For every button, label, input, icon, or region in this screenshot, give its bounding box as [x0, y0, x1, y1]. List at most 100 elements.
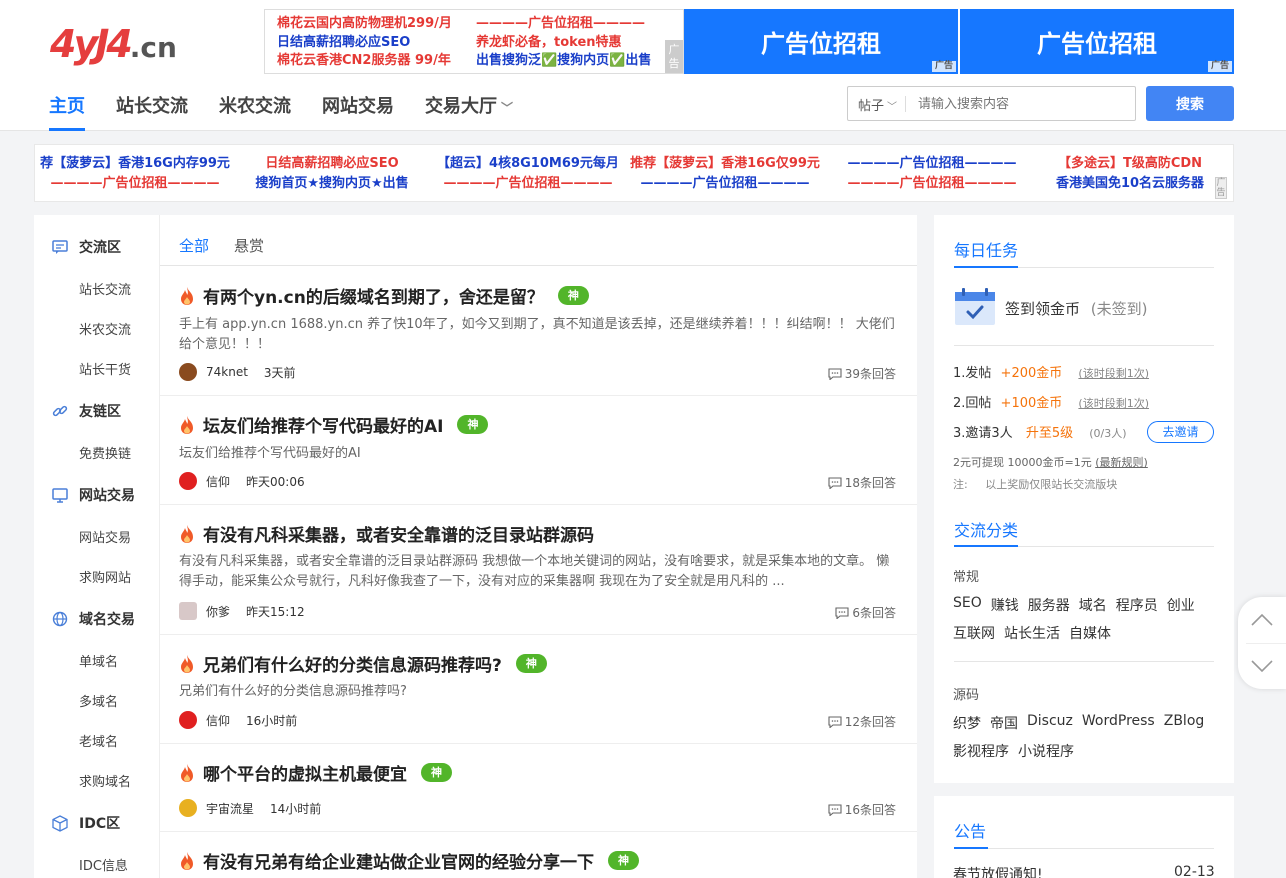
site-logo[interactable]: 4yJ4.cn	[50, 24, 210, 64]
panel-title: 公告	[954, 822, 987, 841]
sidebar-item[interactable]: 求购网站	[79, 567, 131, 586]
scroll-down-button[interactable]	[1238, 643, 1286, 689]
avatar[interactable]	[179, 711, 197, 729]
ad-link[interactable]: 日结高薪招聘必应SEO	[277, 34, 410, 52]
sidebar-item[interactable]: 单域名	[79, 651, 118, 670]
thread-title[interactable]: 坛友们给推荐个写代码最好的AI 神	[179, 412, 489, 437]
author-name[interactable]: 信仰	[206, 473, 230, 490]
ad-cell[interactable]: 【超云】4核8G10M69元每月 ————广告位招租————	[428, 154, 628, 194]
banner-ad[interactable]: 广告位招租 广告	[684, 9, 958, 74]
topic-tag[interactable]: 互联网	[953, 623, 995, 643]
signin-label: 签到领金币	[1005, 300, 1081, 318]
panel-title: 交流分类	[954, 521, 1019, 540]
ad-cell[interactable]: 【多途云】T级高防CDN 香港美国免10名云服务器	[1030, 154, 1230, 194]
avatar[interactable]	[179, 602, 197, 620]
avatar[interactable]	[179, 363, 197, 381]
sidebar-section-site-trade[interactable]: 网站交易	[51, 485, 135, 505]
topic-tag[interactable]: 自媒体	[1069, 623, 1111, 643]
ad-link[interactable]: 棉花云香港CN2服务器 99/年	[277, 52, 451, 70]
nav-site-trade[interactable]: 网站交易	[322, 93, 394, 131]
nav-trade-hall[interactable]: 交易大厅 ﹀	[425, 93, 513, 131]
notice-item[interactable]: 春节放假通知!	[953, 864, 1043, 878]
sidebar-item[interactable]: 网站交易	[79, 527, 131, 546]
ad-link[interactable]: ————广告位招租————	[476, 15, 645, 33]
avatar[interactable]	[179, 472, 197, 490]
thread-title[interactable]: 有没有凡科采集器，或者安全靠谱的泛目录站群源码	[179, 521, 594, 546]
sidebar-section-chat[interactable]: 交流区	[51, 237, 121, 257]
topic-tag[interactable]: 影视程序	[953, 741, 1009, 761]
search-type-select[interactable]: 帖子 ﹀	[858, 95, 897, 114]
topic-tag[interactable]: WordPress	[1082, 713, 1155, 733]
topic-tag[interactable]: 域名	[1079, 595, 1107, 615]
topic-tag[interactable]: SEO	[953, 595, 982, 615]
thread-item[interactable]: 有没有凡科采集器，或者安全靠谱的泛目录站群源码 有没有凡科采集器，或者安全靠谱的…	[160, 505, 917, 635]
topic-tag[interactable]: ZBlog	[1164, 713, 1205, 733]
nav-webmaster[interactable]: 站长交流	[116, 93, 188, 131]
thread-item[interactable]: 有没有兄弟有给企业建站做企业官网的经验分享一下 神	[160, 832, 917, 878]
invite-button[interactable]: 去邀请	[1147, 421, 1214, 443]
topic-tag[interactable]: 创业	[1167, 595, 1195, 615]
sidebar-item[interactable]: 免费换链	[79, 443, 131, 462]
topic-tag[interactable]: 站长生活	[1004, 623, 1060, 643]
ad-cell[interactable]: 荐【菠萝云】香港16G内存99元 ————广告位招租————	[35, 154, 235, 194]
ad-link[interactable]: 养龙虾必备，token特惠	[476, 34, 622, 52]
ad-line: 【超云】4核8G10M69元每月	[437, 156, 619, 171]
note-label: 注:	[953, 478, 968, 491]
reply-count: 18条回答	[828, 474, 896, 491]
thread-title-text: 哪个平台的虚拟主机最便宜	[203, 765, 407, 785]
rules-link[interactable]: (最新规则)	[1095, 456, 1148, 469]
thread-title[interactable]: 有两个yn.cn的后缀域名到期了，舍还是留？ 神	[179, 283, 589, 308]
nav-domainer[interactable]: 米农交流	[219, 93, 291, 131]
sidebar-item[interactable]: 站长交流	[79, 279, 131, 298]
topic-tag[interactable]: Discuz	[1027, 713, 1073, 733]
search-button[interactable]: 搜索	[1146, 86, 1234, 121]
sidebar-item[interactable]: 老域名	[79, 731, 118, 750]
sidebar-item[interactable]: IDC信息	[79, 855, 128, 874]
nav-home[interactable]: 主页	[49, 93, 85, 131]
topic-tag[interactable]: 帝国	[990, 713, 1018, 733]
topic-tag[interactable]: 小说程序	[1018, 741, 1074, 761]
avatar[interactable]	[179, 799, 197, 817]
topic-tag-row: 织梦 帝国 Discuz WordPress ZBlog	[953, 713, 1213, 733]
sidebar-section-label: 域名交易	[79, 612, 135, 628]
thread-title[interactable]: 兄弟们有什么好的分类信息源码推荐吗? 神	[179, 651, 547, 676]
topic-tag[interactable]: 服务器	[1028, 595, 1070, 615]
thread-item[interactable]: 有两个yn.cn的后缀域名到期了，舍还是留？ 神 手上有 app.yn.cn 1…	[160, 266, 917, 396]
author-name[interactable]: 74knet	[206, 365, 248, 379]
sidebar-item[interactable]: 米农交流	[79, 319, 131, 338]
author-name[interactable]: 信仰	[206, 712, 230, 729]
ad-cell[interactable]: 日结高薪招聘必应SEO 搜狗首页★搜狗内页★出售	[232, 154, 432, 194]
ad-cell[interactable]: ————广告位招租———— ————广告位招租————	[832, 154, 1032, 194]
scroll-up-button[interactable]	[1238, 597, 1286, 643]
ad-cell[interactable]: 推荐【菠萝云】香港16G仅99元 ————广告位招租————	[625, 154, 825, 194]
thread-item[interactable]: 哪个平台的虚拟主机最便宜 神 宇宙流星 14小时前 16条回答	[160, 744, 917, 832]
tab-bounty[interactable]: 悬赏	[234, 235, 264, 256]
thread-title[interactable]: 哪个平台的虚拟主机最便宜 神	[179, 760, 452, 785]
sidebar-item[interactable]: 求购域名	[79, 771, 131, 790]
banner-ad[interactable]: 广告位招租 广告	[960, 9, 1234, 74]
hot-badge: 神	[557, 286, 589, 305]
sidebar-item[interactable]: 站长干货	[79, 359, 131, 378]
search-input[interactable]	[918, 93, 1128, 115]
topic-tag[interactable]: 赚钱	[991, 595, 1019, 615]
thread-title[interactable]: 有没有兄弟有给企业建站做企业官网的经验分享一下 神	[179, 848, 639, 873]
signin-button[interactable]: 签到领金币 (未签到)	[1005, 298, 1148, 319]
ad-link[interactable]: 棉花云国内高防物理机299/月	[277, 15, 452, 33]
sidebar-section-links[interactable]: 友链区	[51, 401, 121, 421]
thread-item[interactable]: 兄弟们有什么好的分类信息源码推荐吗? 神 兄弟们有什么好的分类信息源码推荐吗? …	[160, 635, 917, 744]
sidebar-section-idc[interactable]: IDC区	[51, 813, 120, 833]
topic-tag[interactable]: 织梦	[953, 713, 981, 733]
topic-tag[interactable]: 程序员	[1116, 595, 1158, 615]
thread-item[interactable]: 坛友们给推荐个写代码最好的AI 神 坛友们给推荐个写代码最好的AI 信仰 昨天0…	[160, 396, 917, 505]
sidebar-section-domain-trade[interactable]: 域名交易	[51, 609, 135, 629]
search-box: 帖子 ﹀	[847, 86, 1136, 121]
author-name[interactable]: 宇宙流星	[206, 800, 254, 817]
sidebar-item[interactable]: 多域名	[79, 691, 118, 710]
tab-all[interactable]: 全部	[179, 235, 209, 256]
post-time: 14小时前	[270, 801, 322, 816]
task-note: (该时段剩1次)	[1078, 367, 1149, 380]
chevron-down-icon: ﹀	[501, 101, 514, 115]
thread-excerpt: 坛友们给推荐个写代码最好的AI	[179, 446, 361, 461]
author-name[interactable]: 你爹	[206, 603, 230, 620]
ad-link[interactable]: 出售搜狗泛✅搜狗内页✅出售	[476, 52, 651, 70]
